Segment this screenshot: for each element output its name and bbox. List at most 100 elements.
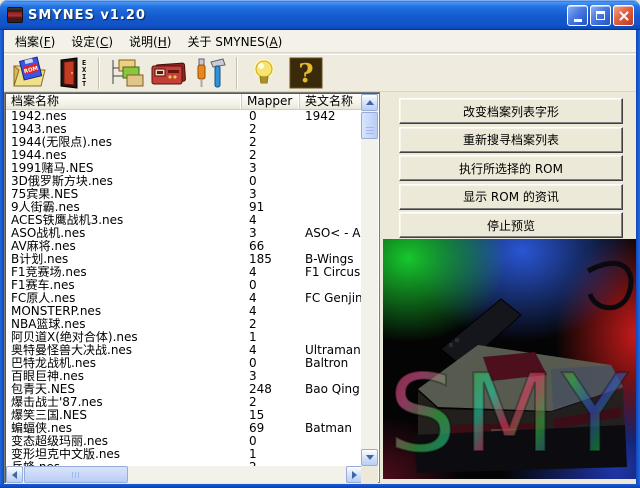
about-button[interactable]: ? xyxy=(285,55,327,91)
command-button[interactable]: 停止预览 xyxy=(399,212,623,238)
scroll-right-icon xyxy=(352,470,357,479)
menu-item[interactable]: 说明(H) xyxy=(121,30,179,53)
cell-filename: B计划.nes xyxy=(11,253,69,266)
file-row[interactable]: 爆击战士'87.nes 2 xyxy=(6,396,363,409)
minimize-button[interactable] xyxy=(567,5,588,26)
cell-filename: 1943.nes xyxy=(11,123,67,136)
close-button[interactable] xyxy=(613,5,634,26)
cell-filename: F1竞赛场.nes xyxy=(11,266,87,279)
file-row[interactable]: 1991赌马.NES 3 xyxy=(6,162,363,175)
cell-english-name xyxy=(300,214,363,227)
file-row[interactable]: 变形坦克中文版.nes 1 xyxy=(6,448,363,461)
cell-filename: 巴特龙战机.nes xyxy=(11,357,97,370)
file-row[interactable]: 3D俄罗斯方块.nes 0 xyxy=(6,175,363,188)
app-famicom-icon xyxy=(7,7,23,23)
cell-english-name xyxy=(300,279,363,292)
column-header[interactable]: 英文名称 xyxy=(300,94,363,110)
cell-filename: 1944(无限点).nes xyxy=(11,136,112,149)
scroll-up-icon xyxy=(365,100,374,105)
file-row[interactable]: F1竞赛场.nes 4 F1 Circus xyxy=(6,266,363,279)
vertical-scroll-thumb[interactable] xyxy=(361,112,378,139)
file-row[interactable]: 包青天.NES 248 Bao Qing xyxy=(6,383,363,396)
file-row[interactable]: 9人街霸.nes 91 xyxy=(6,201,363,214)
scroll-up-button[interactable] xyxy=(361,94,378,111)
cell-english-name xyxy=(300,435,363,448)
file-row[interactable]: 百眼巨神.nes 3 xyxy=(6,370,363,383)
file-row[interactable]: 1944.nes 2 xyxy=(6,149,363,162)
toolbar: ROM E X I T ? xyxy=(4,54,636,92)
horizontal-scroll-thumb[interactable] xyxy=(24,466,128,483)
file-row[interactable]: 巴特龙战机.nes 0 Baltron xyxy=(6,357,363,370)
list-header: 档案名称 Mapper 英文名称 xyxy=(6,94,363,110)
column-header[interactable]: 档案名称 xyxy=(6,94,242,110)
cell-english-name xyxy=(300,240,363,253)
cell-english-name xyxy=(300,123,363,136)
cell-filename: 蝙蝠侠.nes xyxy=(11,422,73,435)
file-row[interactable]: 75宾果.NES 3 xyxy=(6,188,363,201)
file-row[interactable]: NBA篮球.nes 2 xyxy=(6,318,363,331)
maximize-icon xyxy=(596,11,605,20)
menu-item[interactable]: 设定(C) xyxy=(63,30,121,53)
file-row[interactable]: 1943.nes 2 xyxy=(6,123,363,136)
menu-item[interactable]: 档案(F) xyxy=(7,30,63,53)
cell-english-name: Ultraman xyxy=(305,344,361,357)
file-row[interactable]: 1942.nes 0 1942 xyxy=(6,110,363,123)
cell-english-name xyxy=(300,188,363,201)
file-row[interactable]: 变态超级玛丽.nes 0 xyxy=(6,435,363,448)
cell-english-name: Batman xyxy=(305,422,352,435)
cell-filename: 奥特曼怪兽大决战.nes xyxy=(11,344,133,357)
title-bar[interactable]: SMYNES v1.20 xyxy=(0,0,640,30)
file-row[interactable]: B计划.nes 185 B-Wings xyxy=(6,253,363,266)
window-controls xyxy=(567,5,634,26)
command-button[interactable]: 改变档案列表字形 xyxy=(399,98,623,124)
file-row[interactable]: MONSTERP.nes 4 xyxy=(6,305,363,318)
vertical-scrollbar[interactable] xyxy=(361,94,378,466)
file-row[interactable]: ASO战机.nes 3 ASO< - Ar xyxy=(6,227,363,240)
options-button[interactable] xyxy=(189,55,231,91)
cell-english-name xyxy=(300,396,363,409)
command-button[interactable]: 重新搜寻档案列表 xyxy=(399,126,623,153)
preview-toggle-button[interactable] xyxy=(243,55,285,91)
minimize-icon xyxy=(573,19,582,22)
svg-text:T: T xyxy=(82,80,86,88)
light-bulb-icon xyxy=(254,59,274,84)
scroll-down-button[interactable] xyxy=(361,449,378,466)
side-button-panel: 改变档案列表字形 重新搜寻档案列表 执行所选择的 ROM 显示 ROM 的资讯 停止预览 xyxy=(399,98,623,241)
scroll-left-icon xyxy=(12,470,17,479)
scroll-left-button[interactable] xyxy=(6,466,23,483)
file-row[interactable]: 1944(无限点).nes 2 xyxy=(6,136,363,149)
tools-icon xyxy=(197,58,226,88)
window-border-bottom xyxy=(0,484,640,488)
file-row[interactable]: 阿贝道X(绝对合体).nes 1 xyxy=(6,331,363,344)
exit-button[interactable]: E X I T xyxy=(51,55,93,91)
file-row[interactable]: ACES铁鹰战机3.nes 4 xyxy=(6,214,363,227)
cell-filename: NBA篮球.nes xyxy=(11,318,86,331)
horizontal-scrollbar[interactable] xyxy=(6,466,363,483)
help-icon: ? xyxy=(289,57,323,89)
cell-filename: 1991赌马.NES xyxy=(11,162,94,175)
console-icon xyxy=(151,62,186,85)
cell-filename: ASO战机.nes xyxy=(11,227,86,240)
file-row[interactable]: FC原人.nes 4 FC Genjin xyxy=(6,292,363,305)
maximize-button[interactable] xyxy=(590,5,611,26)
file-row[interactable]: 蝙蝠侠.nes 69 Batman xyxy=(6,422,363,435)
cell-filename: 阿贝道X(绝对合体).nes xyxy=(11,331,138,344)
cell-filename: 包青天.NES xyxy=(11,383,75,396)
browse-folders-button[interactable] xyxy=(105,55,147,91)
famicom-photo: SMY xyxy=(387,260,634,478)
cell-filename: 变形坦克中文版.nes xyxy=(11,448,121,461)
cell-filename: 变态超级玛丽.nes xyxy=(11,435,109,448)
command-button[interactable]: 执行所选择的 ROM xyxy=(399,155,623,181)
cell-english-name xyxy=(300,175,363,188)
open-rom-button[interactable]: ROM xyxy=(9,55,51,91)
file-row[interactable]: 爆笑三国.NES 15 xyxy=(6,409,363,422)
file-row[interactable]: 奥特曼怪兽大决战.nes 4 Ultraman xyxy=(6,344,363,357)
cell-filename: 1942.nes xyxy=(11,110,67,123)
menu-item[interactable]: 关于 SMYNES(A) xyxy=(179,30,290,53)
folder-tree-icon xyxy=(112,59,144,87)
command-button[interactable]: 显示 ROM 的资讯 xyxy=(399,183,623,210)
column-header[interactable]: Mapper xyxy=(242,94,300,110)
run-rom-button[interactable] xyxy=(147,55,189,91)
file-row[interactable]: AV麻将.nes 66 xyxy=(6,240,363,253)
file-row[interactable]: F1赛车.nes 0 xyxy=(6,279,363,292)
